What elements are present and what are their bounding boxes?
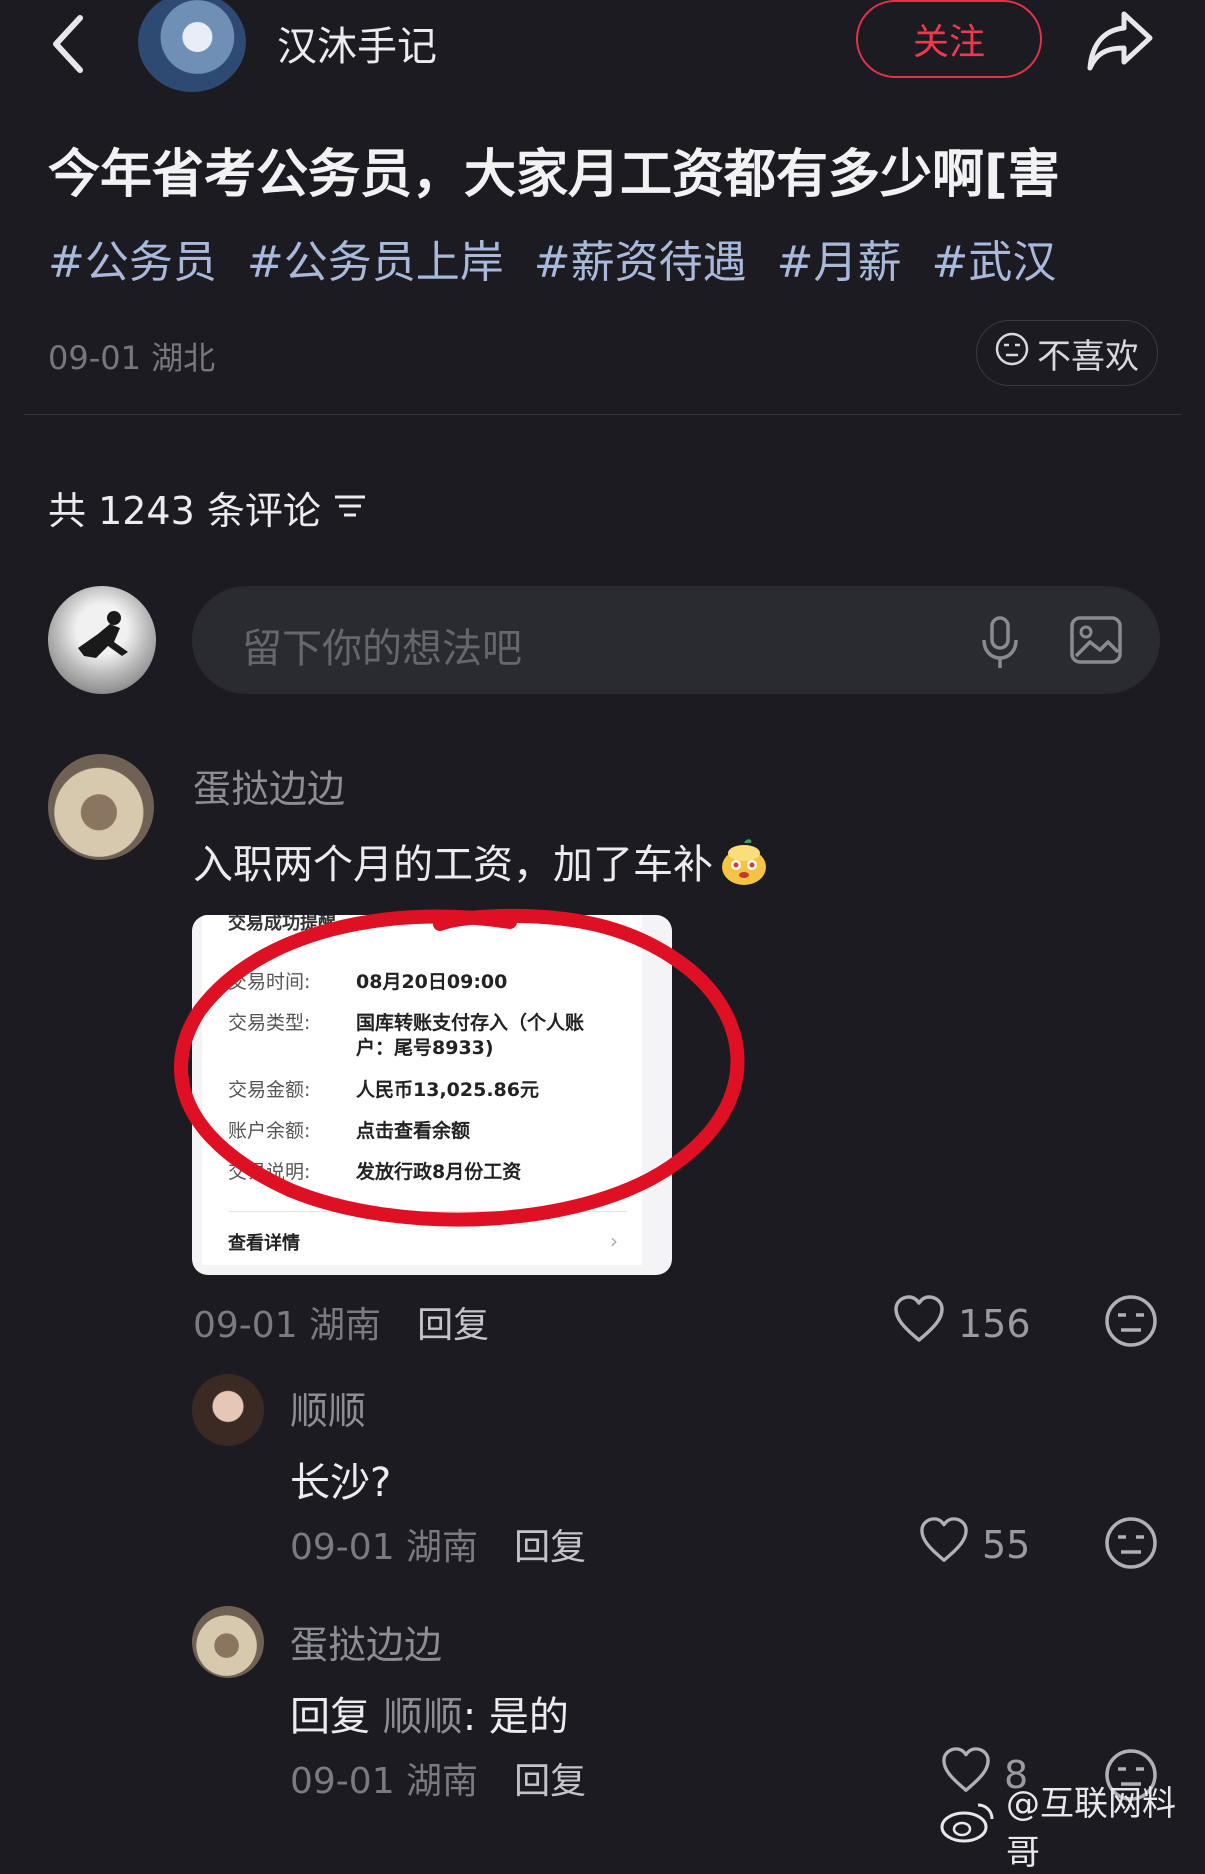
- comment-text: 入职两个月的工资，加了车补: [193, 832, 771, 899]
- comment-date-location: 09-01 湖南: [290, 1761, 479, 1802]
- comment-text: 长沙?: [290, 1460, 392, 1506]
- comment-meta: 09-01 湖南 回复: [290, 1752, 586, 1804]
- pudding-emoji-icon: [717, 835, 771, 899]
- like-count: 156: [958, 1301, 1031, 1346]
- image-upload-icon[interactable]: [1068, 612, 1124, 668]
- like-button[interactable]: 156: [892, 1294, 1031, 1353]
- heart-icon: [918, 1516, 970, 1573]
- post-tags: #公务员 #公务员上岸 #薪资待遇 #月薪 #武汉: [48, 226, 1072, 290]
- post-title: 今年省考公务员，大家月工资都有多少啊[害: [48, 145, 1060, 205]
- dislike-face-icon[interactable]: [1104, 1294, 1158, 1348]
- dislike-button[interactable]: 不喜欢: [976, 320, 1158, 386]
- dislike-label: 不喜欢: [1037, 336, 1139, 377]
- comment-count-label: 共 1243 条评论: [48, 489, 321, 533]
- microphone-icon[interactable]: [970, 612, 1030, 672]
- watermark-text: @互联网料哥: [1006, 1784, 1176, 1873]
- hashtag[interactable]: #月薪: [777, 237, 902, 288]
- commenter-name[interactable]: 蛋挞边边: [193, 758, 345, 813]
- reply-button[interactable]: 回复: [417, 1305, 489, 1346]
- divider: [24, 414, 1182, 415]
- hashtag[interactable]: #薪资待遇: [534, 237, 747, 288]
- author-avatar[interactable]: [138, 0, 246, 92]
- like-count: 55: [982, 1522, 1031, 1567]
- reply-mention[interactable]: 顺顺: [383, 1694, 463, 1740]
- comment-input-placeholder: 留下你的想法吧: [242, 626, 522, 672]
- commenter-avatar[interactable]: [192, 1374, 264, 1446]
- author-name[interactable]: 汉沐手记: [277, 14, 437, 72]
- reply-button[interactable]: 回复: [514, 1761, 586, 1802]
- commenter-name[interactable]: 顺顺: [290, 1380, 366, 1435]
- comment-meta: 09-01 湖南 回复: [290, 1518, 586, 1570]
- hashtag[interactable]: #公务员上岸: [247, 237, 504, 288]
- watermark: @互联网料哥: [940, 1776, 1205, 1874]
- comment-date-location: 09-01 湖南: [290, 1527, 479, 1568]
- weibo-logo-icon: [940, 1799, 996, 1852]
- dislike-face-icon[interactable]: [1104, 1516, 1158, 1570]
- sort-filter-icon[interactable]: [333, 486, 367, 530]
- comment-text: 回复 顺顺: 是的: [290, 1684, 569, 1742]
- comment-body: : 是的: [462, 1694, 569, 1740]
- reply-prefix: 回复: [290, 1694, 370, 1740]
- commenter-avatar[interactable]: [192, 1606, 264, 1678]
- commenter-avatar[interactable]: [48, 754, 154, 860]
- red-handdrawn-circle: [174, 908, 745, 1227]
- comment-date-location: 09-01 湖南: [193, 1305, 382, 1346]
- hashtag[interactable]: #公务员: [48, 237, 217, 288]
- like-button[interactable]: 55: [918, 1516, 1030, 1573]
- comment-count: 共 1243 条评论: [48, 480, 367, 535]
- hashtag[interactable]: #武汉: [932, 237, 1057, 288]
- follow-button[interactable]: 关注: [856, 0, 1042, 78]
- heart-icon: [892, 1294, 946, 1353]
- reply-button[interactable]: 回复: [514, 1527, 586, 1568]
- comment-meta: 09-01 湖南 回复: [193, 1296, 489, 1348]
- my-avatar[interactable]: [48, 586, 156, 694]
- back-chevron-icon[interactable]: [46, 8, 106, 78]
- commenter-name[interactable]: 蛋挞边边: [290, 1614, 442, 1669]
- comment-body: 入职两个月的工资，加了车补: [193, 842, 713, 888]
- share-arrow-icon[interactable]: [1084, 6, 1156, 74]
- post-meta: 09-01 湖北: [48, 339, 216, 377]
- meh-face-icon: [995, 332, 1029, 375]
